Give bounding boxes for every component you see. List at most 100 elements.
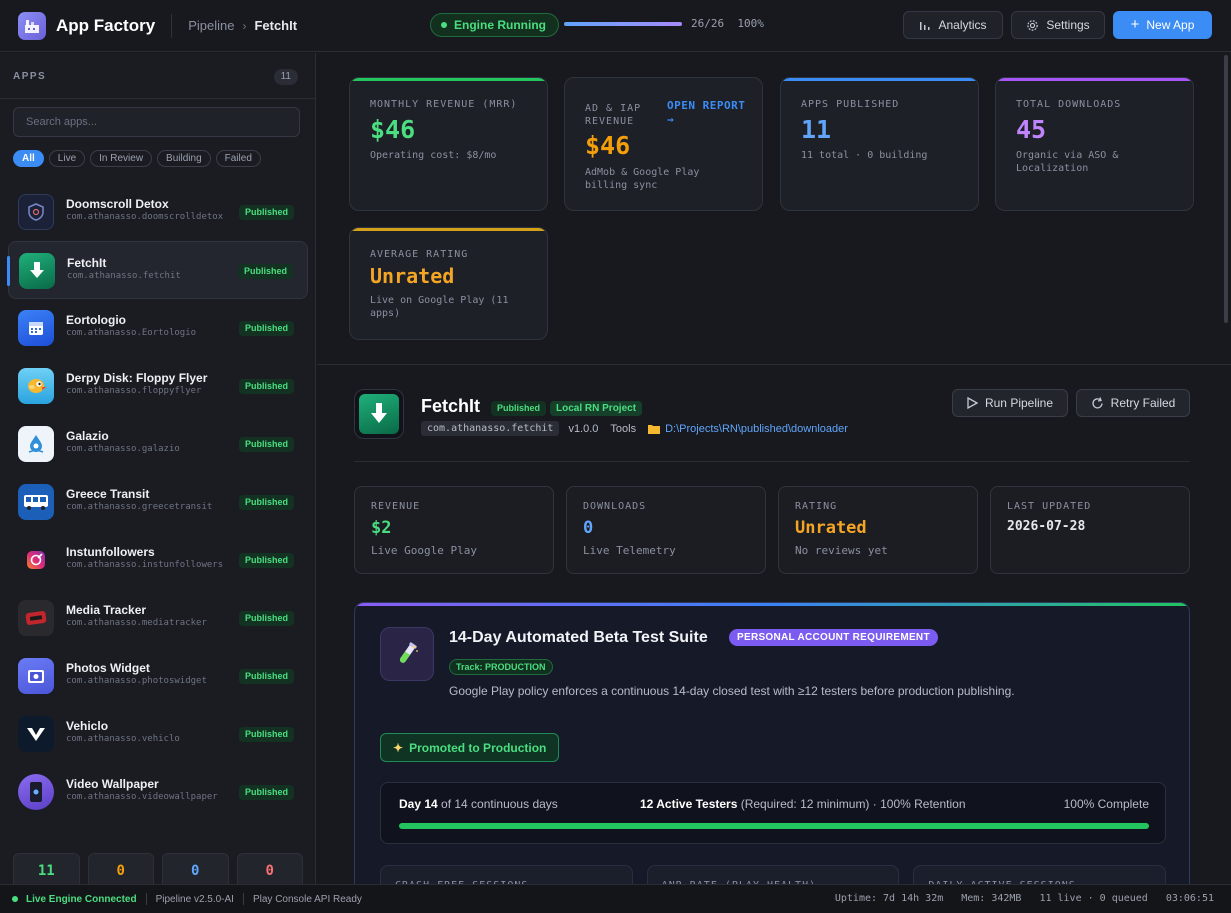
divider: [354, 461, 1190, 462]
metric-anr-rate: ANR RATE (PLAY HEALTH): [646, 865, 900, 884]
kpi-card-mrr: MONTHLY REVENUE (MRR) $46 Operating cost…: [349, 77, 548, 211]
status-dot-icon: [441, 22, 447, 28]
app-list-item[interactable]: Doomscroll Detox com.athanasso.doomscrol…: [8, 183, 308, 241]
sidebar-heading: APPS: [13, 71, 47, 82]
app-root: App Factory Pipeline › FetchIt Engine Ru…: [0, 0, 1231, 913]
kpi-sub: AdMob & Google Play billing sync: [585, 167, 700, 191]
kpi-label: AD & IAP REVENUE: [585, 103, 642, 127]
engine-status-badge: Engine Running: [430, 13, 559, 37]
beta-metrics: CRASH-FREE SESSIONS ANR RATE (PLAY HEALT…: [380, 865, 1167, 884]
beta-progress-bar: [399, 823, 1149, 829]
card-accent: [350, 228, 547, 231]
filter-all[interactable]: All: [13, 150, 44, 167]
bus-icon: [18, 484, 54, 520]
app-list-item-selected[interactable]: FetchIt com.athanasso.fetchit Published: [7, 241, 308, 299]
app-name: Photos Widget: [66, 661, 150, 675]
refresh-icon: [1092, 396, 1103, 408]
filter-building[interactable]: Building: [157, 150, 211, 167]
app-package: com.athanasso.fetchit: [67, 271, 181, 281]
app-package: com.athanasso.doomscrolldetox: [66, 212, 224, 222]
app-list-item[interactable]: Greece Transit com.athanasso.greecetrans…: [8, 473, 308, 531]
status-badge: Published: [491, 401, 547, 416]
status-badge: Published: [238, 379, 294, 394]
metric-crash-free: CRASH-FREE SESSIONS: [380, 865, 633, 884]
app-list-item[interactable]: Media Tracker com.athanasso.mediatracker…: [8, 589, 308, 647]
stat-label: REVENUE: [371, 501, 421, 512]
uptime: Uptime: 7d 14h 32m: [834, 893, 944, 904]
version-text: v1.0.0: [568, 422, 599, 435]
search-input[interactable]: [13, 107, 300, 137]
beta-test-panel: 14-Day Automated Beta Test Suite PERSONA…: [354, 602, 1190, 884]
new-app-label: New App: [1146, 18, 1195, 32]
app-package: com.athanasso.floppyflyer: [66, 386, 202, 396]
filter-live[interactable]: Live: [48, 150, 86, 167]
clock: 03:06:51: [1165, 893, 1214, 904]
filter-in-review[interactable]: In Review: [90, 150, 153, 167]
kpi-value: $46: [585, 131, 631, 160]
card-accent: [781, 78, 978, 81]
app-detail-title: FetchIt: [421, 396, 481, 416]
status-dot-icon: [12, 896, 18, 902]
app-name: Derpy Disk: Floppy Flyer: [66, 371, 208, 385]
app-list-item[interactable]: Galazio com.athanasso.galazio Published: [8, 415, 308, 473]
card-accent: [350, 78, 547, 81]
app-list-item[interactable]: Photos Widget com.athanasso.photoswidget…: [8, 647, 308, 705]
main-content: MONTHLY REVENUE (MRR) $46 Operating cost…: [317, 53, 1231, 884]
kpi-value: 45: [1016, 115, 1047, 144]
settings-button[interactable]: Settings: [1011, 11, 1105, 39]
panel-accent: [355, 603, 1189, 606]
app-list-item[interactable]: Vehiclo com.athanasso.vehiclo Published: [8, 705, 308, 763]
promoted-status: ✦ Promoted to Production: [380, 733, 560, 762]
stat-value: 0: [583, 518, 594, 538]
status-badge: Published: [238, 727, 294, 742]
stat-live: 11: [13, 853, 80, 884]
app-list-item[interactable]: Eortologio com.athanasso.Eortologio Publ…: [8, 299, 308, 357]
water-drop-icon: [18, 426, 54, 462]
stat-value: 2026-07-28: [1007, 519, 1086, 534]
breadcrumb-separator: ›: [242, 18, 247, 33]
stat-label: DOWNLOADS: [583, 501, 647, 512]
kpi-sub: Live on Google Play (11 apps): [370, 295, 509, 319]
app-list-item[interactable]: Video Wallpaper com.athanasso.videowallp…: [8, 763, 308, 821]
breadcrumb-pipeline[interactable]: Pipeline: [188, 18, 234, 33]
beta-title: 14-Day Automated Beta Test Suite: [449, 629, 708, 646]
analytics-button[interactable]: Analytics: [903, 11, 1003, 39]
project-path: D:\Projects\RN\published\downloader: [665, 422, 848, 435]
test-tube-icon: [380, 627, 434, 681]
run-pipeline-label: Run Pipeline: [984, 396, 1054, 410]
pipeline-progress-text: 26/26 100%: [691, 17, 764, 30]
stat-sub: Live Google Play: [371, 544, 477, 557]
app-factory-logo-icon: [18, 11, 46, 40]
status-badge: Published: [238, 321, 294, 336]
api-status: Play Console API Ready: [252, 893, 362, 905]
app-package: com.athanasso.photoswidget: [66, 676, 207, 686]
app-name: Greece Transit: [66, 487, 150, 501]
media-icon: [18, 600, 54, 636]
new-app-button[interactable]: + New App: [1113, 11, 1212, 39]
app-list-item[interactable]: Instunfollowers com.athanasso.instunfoll…: [8, 531, 308, 589]
stat-card-revenue: REVENUE $2 Live Google Play: [354, 486, 554, 574]
app-list-item[interactable]: Derpy Disk: Floppy Flyer com.athanasso.f…: [8, 357, 308, 415]
app-name: Vehiclo: [66, 719, 109, 733]
project-type-badge: Local RN Project: [550, 401, 643, 416]
project-path-link[interactable]: D:\Projects\RN\published\downloader: [648, 423, 848, 435]
card-accent: [996, 78, 1193, 81]
kpi-value: 11: [801, 115, 832, 144]
kpi-label: AVERAGE RATING: [370, 249, 469, 260]
status-badge: Published: [238, 205, 294, 220]
scrollbar[interactable]: [1224, 55, 1228, 323]
stat-label: RATING: [795, 501, 838, 512]
retry-failed-button[interactable]: Retry Failed: [1076, 389, 1190, 417]
download-arrow-icon: [354, 389, 404, 439]
app-package: com.athanasso.vehiclo: [66, 734, 180, 744]
run-pipeline-button[interactable]: Run Pipeline: [952, 389, 1068, 417]
open-report-link[interactable]: OPEN REPORT →: [667, 99, 747, 127]
kpi-card-average-rating: AVERAGE RATING Unrated Live on Google Pl…: [349, 227, 548, 340]
app-package: com.athanasso.Eortologio: [66, 328, 197, 338]
filter-failed[interactable]: Failed: [215, 150, 261, 167]
status-bar: Live Engine Connected Pipeline v2.5.0-AI…: [0, 884, 1231, 913]
kpi-value: $46: [370, 115, 416, 144]
bird-icon: [18, 368, 54, 404]
play-icon: [967, 397, 978, 409]
status-badge: Published: [238, 669, 294, 684]
